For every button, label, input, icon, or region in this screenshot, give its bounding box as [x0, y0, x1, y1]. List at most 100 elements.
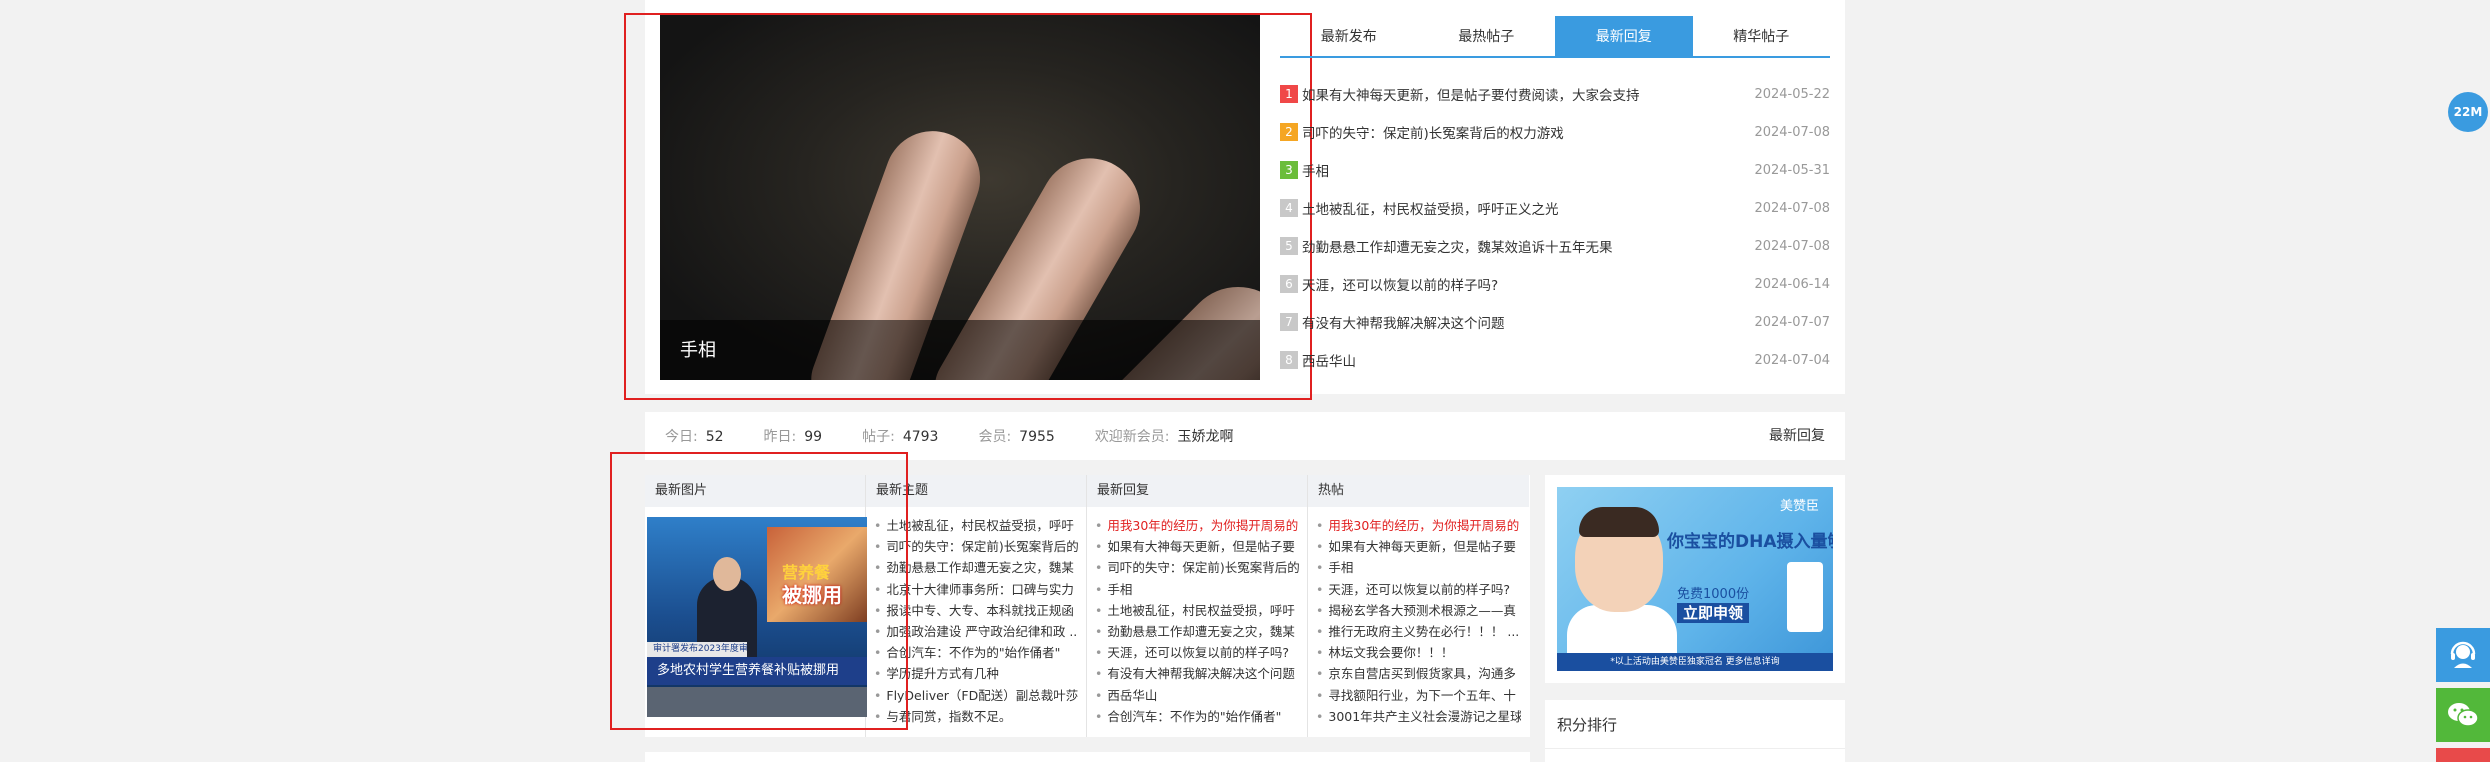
post-title[interactable]: 如果有大神每天更新，但是帖子要付费阅读，大家会支持: [1302, 84, 1740, 104]
post-row[interactable]: 3 手相 2024-05-31: [1280, 151, 1830, 189]
post-title[interactable]: 天涯，还可以恢复以前的样子吗?: [1302, 274, 1740, 294]
news-anchor-face: [713, 557, 741, 591]
post-list: 1 如果有大神每天更新，但是帖子要付费阅读，大家会支持 2024-05-22 2…: [1280, 75, 1830, 379]
list-item[interactable]: 司吓的失守：保定前)长冤案背后的: [874, 536, 1078, 557]
post-title[interactable]: 土地被乱征，村民权益受损，呼吁正义之光: [1302, 198, 1740, 218]
list-item[interactable]: 司吓的失守：保定前)长冤案背后的: [1095, 557, 1299, 578]
post-title[interactable]: 劲勤悬悬工作却遭无妄之灾，魏某效追诉十五年无果: [1302, 236, 1740, 256]
post-date: 2024-06-14: [1754, 276, 1830, 292]
latest-image-thumbnail[interactable]: 营养餐 被挪用 审计署发布2023年度审计工作报告 多地农村学生营养餐补贴被挪用: [647, 517, 867, 717]
post-date: 2024-07-08: [1754, 124, 1830, 140]
column-title: 最新主题: [866, 475, 1086, 507]
post-row[interactable]: 1 如果有大神每天更新，但是帖子要付费阅读，大家会支持 2024-05-22: [1280, 75, 1830, 113]
rank-number: 6: [1280, 275, 1298, 293]
wechat-icon: [2448, 703, 2479, 727]
list-item[interactable]: 手相: [1095, 579, 1299, 600]
customer-service-button[interactable]: [2436, 628, 2490, 682]
post-row[interactable]: 4 土地被乱征，村民权益受损，呼吁正义之光 2024-07-08: [1280, 189, 1830, 227]
post-title[interactable]: 手相: [1302, 160, 1740, 180]
post-row[interactable]: 2 司吓的失守：保定前)长冤案背后的权力游戏 2024-07-08: [1280, 113, 1830, 151]
ad-cta[interactable]: 免费1000份 立即申领: [1677, 587, 1749, 623]
stat-label: 今日:: [665, 429, 698, 445]
latest-replies-link[interactable]: 最新回复: [1769, 412, 1825, 460]
ad-cta-small: 免费1000份: [1677, 587, 1750, 602]
list-item[interactable]: 加强政治建设 严守政治纪律和政 ...: [874, 621, 1078, 642]
hero-title[interactable]: 手相: [680, 336, 716, 362]
list-item[interactable]: 北京十大律师事务所：口碑与实力: [874, 579, 1078, 600]
post-row[interactable]: 6 天涯，还可以恢复以前的样子吗? 2024-06-14: [1280, 265, 1830, 303]
list-item[interactable]: 劲勤悬悬工作却遭无妄之灾，魏某: [1095, 621, 1299, 642]
new-member-link[interactable]: 玉娇龙啊: [1178, 429, 1234, 445]
list-item[interactable]: 如果有大神每天更新，但是帖子要: [1095, 536, 1299, 557]
news-footer-bar: [647, 687, 867, 717]
list-item[interactable]: 天涯，还可以恢复以前的样子吗?: [1095, 642, 1299, 663]
ad-panel: 美赞臣 你宝宝的DHA摄入量够吗? 免费1000份 立即申领 *以上活动由美赞臣…: [1545, 475, 1845, 683]
post-date: 2024-07-08: [1754, 238, 1830, 254]
list-item[interactable]: 西岳华山: [1095, 685, 1299, 706]
wechat-button[interactable]: [2436, 688, 2490, 742]
list-item[interactable]: 如果有大神每天更新，但是帖子要: [1316, 536, 1521, 557]
ad-brand: 美赞臣: [1779, 499, 1819, 514]
list-item[interactable]: 合创汽车：不作为的"始作俑者": [1095, 706, 1299, 727]
list-item[interactable]: 林坛文我会要你！！！: [1316, 642, 1521, 663]
list-item[interactable]: 天涯，还可以恢复以前的样子吗?: [1316, 579, 1521, 600]
post-date: 2024-07-08: [1754, 200, 1830, 216]
post-tabs: 最新发布 最热帖子 最新回复 精华帖子: [1280, 16, 1830, 58]
list-item[interactable]: 学历提升方式有几种: [874, 663, 1078, 684]
rank-number: 3: [1280, 161, 1298, 179]
tab-latest-replies[interactable]: 最新回复: [1555, 16, 1693, 56]
hero-image[interactable]: 手相: [660, 15, 1260, 380]
ad-banner[interactable]: 美赞臣 你宝宝的DHA摄入量够吗? 免费1000份 立即申领 *以上活动由美赞臣…: [1557, 487, 1833, 671]
list-item[interactable]: 土地被乱征，村民权益受损，呼吁: [874, 515, 1078, 536]
points-ranking-title: 积分排行: [1557, 716, 1618, 734]
ad-footer: *以上活动由美赞臣独家冠名 更多信息详询: [1557, 653, 1833, 671]
ad-headline: 你宝宝的DHA摄入量够吗?: [1667, 532, 1833, 552]
column-hot-posts: 热帖 用我30年的经历，为你揭开周易的 如果有大神每天更新，但是帖子要 手相 天…: [1308, 475, 1529, 737]
list-item[interactable]: 推行无政府主义势在必行！！！ ...: [1316, 621, 1521, 642]
post-date: 2024-07-04: [1754, 352, 1830, 368]
forum-stats-bar: 今日: 52 昨日: 99 帖子: 4793 会员: 7955 欢迎新会员: 玉娇龙啊 最…: [645, 412, 1845, 460]
list-item[interactable]: 手相: [1316, 557, 1521, 578]
post-title[interactable]: 西岳华山: [1302, 350, 1740, 370]
bottom-panel: [645, 752, 1530, 762]
post-row[interactable]: 7 有没有大神帮我解决解决这个问题 2024-07-07: [1280, 303, 1830, 341]
list-item[interactable]: 寻找额阳行业，为下一个五年、十: [1316, 685, 1521, 706]
post-title[interactable]: 司吓的失守：保定前)长冤案背后的权力游戏: [1302, 122, 1740, 142]
ad-product-can: [1787, 562, 1823, 632]
list-item[interactable]: FlyDeliver（FD配送）副总裁叶莎: [874, 685, 1078, 706]
column-latest-replies: 最新回复 用我30年的经历，为你揭开周易的 如果有大神每天更新，但是帖子要 司吓…: [1087, 475, 1308, 737]
list-item[interactable]: 土地被乱征，村民权益受损，呼吁: [1095, 600, 1299, 621]
tab-featured-posts[interactable]: 精华帖子: [1693, 16, 1831, 56]
list-item[interactable]: 与君同赏，指数不足。: [874, 706, 1078, 727]
list-item[interactable]: 京东自营店买到假货家具，沟通多: [1316, 663, 1521, 684]
stat-posts: 帖子: 4793: [862, 426, 938, 446]
list-item[interactable]: 合创汽车：不作为的"始作俑者": [874, 642, 1078, 663]
divider: [1545, 748, 1845, 749]
list-item[interactable]: 报读中专、大专、本科就找正规函: [874, 600, 1078, 621]
hero-caption-bar: [660, 320, 1260, 380]
tab-latest-posts[interactable]: 最新发布: [1280, 16, 1418, 56]
list-item[interactable]: 用我30年的经历，为你揭开周易的: [1095, 515, 1299, 536]
post-date: 2024-05-31: [1754, 162, 1830, 178]
post-title[interactable]: 有没有大神帮我解决解决这个问题: [1302, 312, 1740, 332]
speed-badge[interactable]: 22M: [2448, 92, 2488, 132]
list-item[interactable]: 3001年共产主义社会漫游记之星球: [1316, 706, 1521, 727]
stat-today: 今日: 52: [665, 426, 724, 446]
list-item[interactable]: 有没有大神帮我解决解决这个问题: [1095, 663, 1299, 684]
post-row[interactable]: 8 西岳华山 2024-07-04: [1280, 341, 1830, 379]
stat-label: 帖子:: [862, 429, 895, 445]
customer-service-icon: [2450, 641, 2476, 668]
news-headline-text: 被挪用: [782, 583, 842, 607]
news-banner: 多地农村学生营养餐补贴被挪用: [647, 657, 867, 685]
column-title: 最新回复: [1087, 475, 1307, 507]
side-action-button[interactable]: [2436, 748, 2490, 762]
stat-label: 欢迎新会员:: [1094, 429, 1170, 445]
list-item[interactable]: 用我30年的经历，为你揭开周易的: [1316, 515, 1521, 536]
tab-hot-posts[interactable]: 最热帖子: [1418, 16, 1556, 56]
rank-number: 5: [1280, 237, 1298, 255]
post-date: 2024-05-22: [1754, 86, 1830, 102]
post-row[interactable]: 5 劲勤悬悬工作却遭无妄之灾，魏某效追诉十五年无果 2024-07-08: [1280, 227, 1830, 265]
list-item[interactable]: 劲勤悬悬工作却遭无妄之灾，魏某: [874, 557, 1078, 578]
list-item[interactable]: 揭秘玄学各大预测术根源之——真: [1316, 600, 1521, 621]
stat-value: 4793: [902, 429, 939, 445]
